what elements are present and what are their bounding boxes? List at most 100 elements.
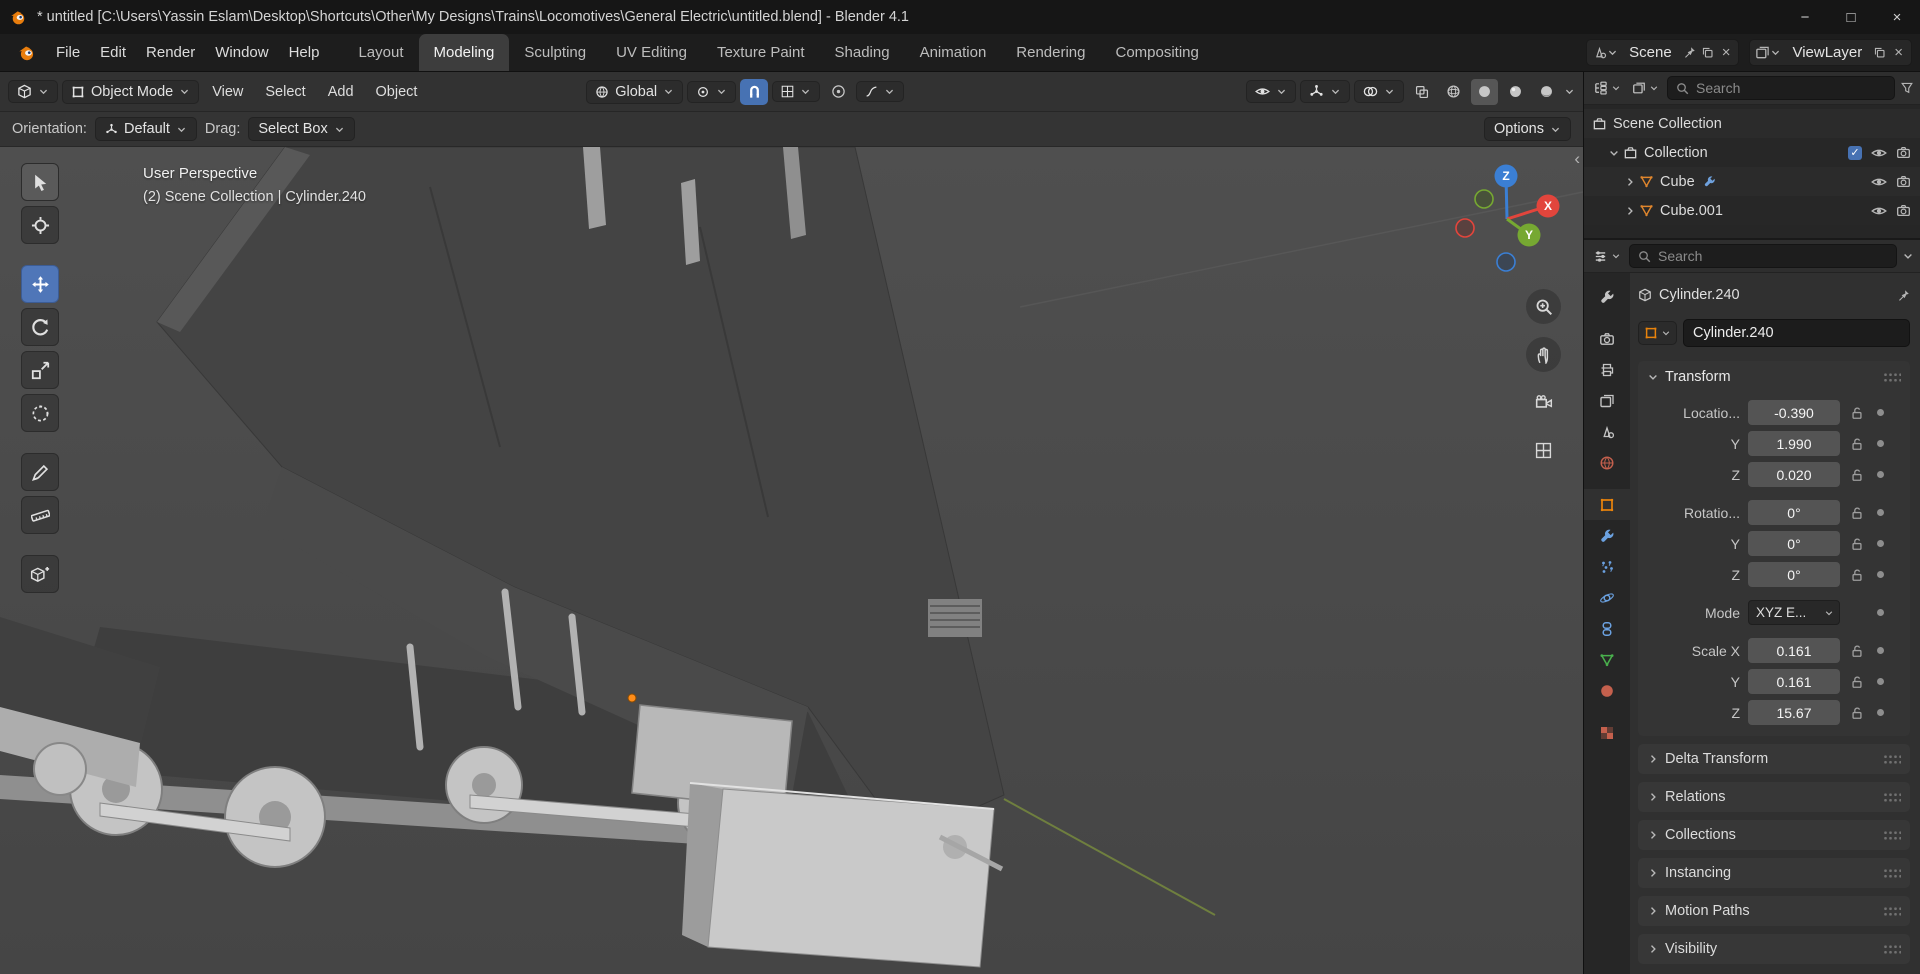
lock-button[interactable]	[1850, 506, 1864, 520]
pivot-point-dropdown[interactable]	[687, 80, 737, 103]
outliner-row-cube-001[interactable]: Cube.001	[1584, 196, 1920, 225]
lock-button[interactable]	[1850, 406, 1864, 420]
expand-chevron-icon[interactable]	[1624, 176, 1636, 188]
tab-view-layer[interactable]	[1584, 385, 1630, 416]
panel-delta-transform[interactable]: Delta Transform	[1638, 744, 1910, 774]
animate-dot[interactable]	[1877, 571, 1884, 578]
tab-output[interactable]	[1584, 354, 1630, 385]
menu-help[interactable]: Help	[279, 34, 330, 71]
rotation-y-field[interactable]: 0°	[1748, 531, 1840, 556]
lock-button[interactable]	[1850, 675, 1864, 689]
outliner-item-label[interactable]: Cube	[1660, 174, 1695, 190]
animate-dot[interactable]	[1877, 440, 1884, 447]
lock-button[interactable]	[1850, 537, 1864, 551]
panel-collections[interactable]: Collections	[1638, 820, 1910, 850]
tool-scale[interactable]	[21, 351, 59, 389]
unlink-scene-button[interactable]: ×	[1719, 44, 1734, 61]
tab-rendering[interactable]: Rendering	[1001, 34, 1100, 71]
pin-id-button[interactable]	[1897, 289, 1910, 302]
tool-add-cube[interactable]	[21, 555, 59, 593]
lock-button[interactable]	[1850, 644, 1864, 658]
tab-render[interactable]	[1584, 323, 1630, 354]
hide-eye-icon[interactable]	[1871, 145, 1887, 161]
tab-uv-editing[interactable]: UV Editing	[601, 34, 702, 71]
pan-button[interactable]	[1526, 337, 1561, 372]
animate-dot[interactable]	[1877, 471, 1884, 478]
shading-solid-button[interactable]	[1471, 78, 1498, 105]
animate-dot[interactable]	[1877, 409, 1884, 416]
outliner-row-cube[interactable]: Cube	[1584, 167, 1920, 196]
tab-layout[interactable]: Layout	[343, 34, 418, 71]
new-viewlayer-button[interactable]	[1873, 46, 1886, 59]
orientation-default-dropdown[interactable]: Default	[94, 117, 197, 141]
gizmo-neg-y-axis[interactable]	[1474, 189, 1494, 209]
properties-options-button[interactable]	[1902, 250, 1914, 262]
properties-editor-type-button[interactable]	[1590, 247, 1624, 266]
outliner-display-mode-button[interactable]	[1629, 79, 1662, 97]
location-y-field[interactable]: 1.990	[1748, 431, 1840, 456]
object-name-field[interactable]: Cylinder.240	[1683, 319, 1910, 347]
options-dropdown[interactable]: Options	[1484, 117, 1571, 141]
animate-dot[interactable]	[1877, 678, 1884, 685]
scene-name[interactable]: Scene	[1623, 44, 1678, 61]
tab-compositing[interactable]: Compositing	[1101, 34, 1214, 71]
expand-chevron-icon[interactable]	[1624, 205, 1636, 217]
panel-grip[interactable]	[1883, 905, 1901, 917]
menu-file[interactable]: File	[46, 34, 90, 71]
tab-object[interactable]	[1584, 489, 1630, 520]
menu-window[interactable]: Window	[205, 34, 278, 71]
tab-shading[interactable]: Shading	[820, 34, 905, 71]
menu-view[interactable]: View	[203, 84, 252, 100]
outliner-row-collection[interactable]: Collection ✓	[1584, 138, 1920, 167]
lock-button[interactable]	[1850, 437, 1864, 451]
shading-rendered-button[interactable]	[1533, 79, 1560, 105]
menu-object[interactable]: Object	[367, 84, 427, 100]
panel-visibility[interactable]: Visibility	[1638, 934, 1910, 964]
maximize-button[interactable]: □	[1828, 0, 1874, 34]
animate-dot[interactable]	[1877, 647, 1884, 654]
tab-constraints[interactable]	[1584, 613, 1630, 644]
ortho-toggle-button[interactable]	[1526, 433, 1561, 468]
disable-render-camera-icon[interactable]	[1896, 145, 1911, 160]
object-visibility-dropdown[interactable]	[1246, 80, 1296, 103]
disable-render-camera-icon[interactable]	[1896, 203, 1911, 218]
close-button[interactable]: ×	[1874, 0, 1920, 34]
properties-search[interactable]	[1629, 244, 1897, 268]
scene-browse-button[interactable]	[1592, 45, 1618, 60]
tool-measure[interactable]	[21, 496, 59, 534]
minimize-button[interactable]: −	[1782, 0, 1828, 34]
tool-cursor[interactable]	[21, 206, 59, 244]
panel-motion-paths[interactable]: Motion Paths	[1638, 896, 1910, 926]
outliner-item-label[interactable]: Scene Collection	[1613, 116, 1722, 132]
lock-button[interactable]	[1850, 706, 1864, 720]
scale-z-field[interactable]: 15.67	[1748, 700, 1840, 725]
scale-y-field[interactable]: 0.161	[1748, 669, 1840, 694]
viewlayer-browse-button[interactable]	[1755, 45, 1781, 60]
new-scene-button[interactable]	[1701, 46, 1714, 59]
tab-modifiers[interactable]	[1584, 520, 1630, 551]
gizmo-neg-z-axis[interactable]	[1496, 252, 1516, 272]
rotation-z-field[interactable]: 0°	[1748, 562, 1840, 587]
tab-world[interactable]	[1584, 447, 1630, 478]
collapse-chevron-icon[interactable]	[1608, 147, 1620, 159]
shading-options-chevron-icon[interactable]	[1564, 86, 1575, 97]
proportional-editing-toggle[interactable]	[824, 79, 852, 105]
tab-modeling[interactable]: Modeling	[418, 34, 510, 71]
rotation-mode-dropdown[interactable]: XYZ E...	[1748, 600, 1840, 625]
menu-select[interactable]: Select	[256, 84, 314, 100]
navigation-gizmo[interactable]: Z X Y	[1437, 151, 1567, 279]
outliner-search[interactable]	[1667, 76, 1895, 100]
shading-material-button[interactable]	[1502, 79, 1529, 105]
viewlayer-name[interactable]: ViewLayer	[1786, 44, 1868, 61]
show-overlays-dropdown[interactable]	[1354, 80, 1404, 103]
animate-dot[interactable]	[1877, 509, 1884, 516]
xray-toggle[interactable]	[1408, 79, 1436, 105]
lock-button[interactable]	[1850, 468, 1864, 482]
panel-relations[interactable]: Relations	[1638, 782, 1910, 812]
panel-grip[interactable]	[1883, 753, 1901, 765]
shading-wireframe-button[interactable]	[1440, 79, 1467, 105]
blender-menu-button[interactable]	[8, 34, 46, 71]
tab-object-data[interactable]	[1584, 644, 1630, 675]
location-x-field[interactable]: -0.390	[1748, 400, 1840, 425]
editor-type-button[interactable]	[8, 80, 58, 103]
